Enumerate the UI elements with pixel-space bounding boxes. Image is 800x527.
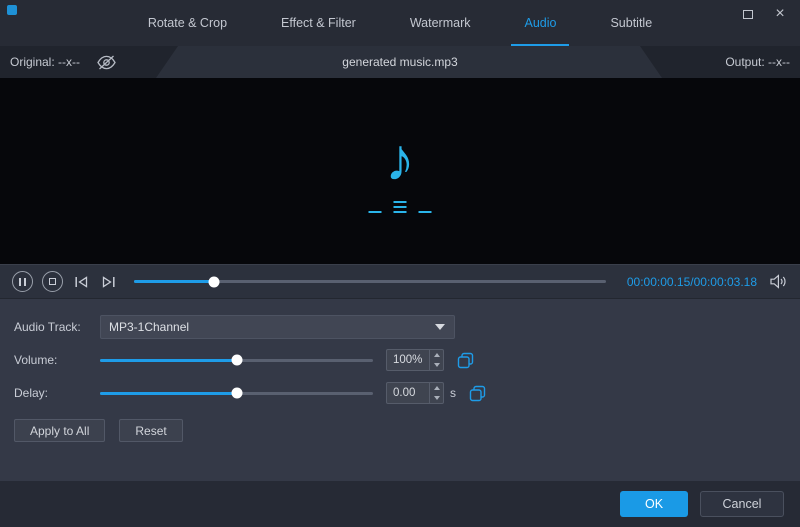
app-icon: [7, 5, 17, 15]
volume-spinbox: 100%: [386, 349, 444, 371]
volume-apply-copy-icon[interactable]: [457, 352, 474, 369]
delay-thumb[interactable]: [231, 388, 242, 399]
ok-button[interactable]: OK: [620, 491, 688, 517]
volume-value[interactable]: 100%: [387, 350, 429, 370]
preview-area: ♪: [0, 78, 800, 264]
preview-info-bar: generated music.mp3 Original: --x-- Outp…: [0, 46, 800, 78]
reset-button[interactable]: Reset: [119, 419, 182, 442]
original-label: Original: --x--: [10, 55, 80, 69]
stop-icon: [49, 278, 56, 285]
delay-row: Delay: 0.00 s: [14, 381, 786, 405]
eye-off-icon[interactable]: [96, 55, 117, 70]
delay-spin-down[interactable]: [430, 393, 443, 403]
spin-down-icon: [434, 396, 440, 400]
pause-button[interactable]: [12, 271, 33, 292]
pause-icon: [19, 278, 26, 286]
delay-unit-label: s: [450, 386, 456, 400]
tab-effect-filter[interactable]: Effect & Filter: [254, 0, 383, 46]
tab-audio[interactable]: Audio: [497, 0, 583, 46]
volume-fill: [100, 359, 237, 362]
delay-value[interactable]: 0.00: [387, 383, 429, 403]
previous-frame-button[interactable]: [72, 273, 90, 291]
delay-spinbox: 0.00: [386, 382, 444, 404]
delay-spinners: [429, 383, 443, 403]
tab-subtitle[interactable]: Subtitle: [583, 0, 679, 46]
tab-bar: Rotate & Crop Effect & Filter Watermark …: [0, 0, 800, 46]
tab-rotate-crop[interactable]: Rotate & Crop: [121, 0, 254, 46]
apply-to-all-button[interactable]: Apply to All: [14, 419, 105, 442]
loader-equalizer: [394, 201, 407, 213]
loader-dash-right: [419, 211, 432, 213]
dialog-footer: OK Cancel: [0, 481, 800, 527]
spin-up-icon: [434, 353, 440, 357]
volume-speaker-icon[interactable]: [770, 274, 788, 289]
spin-down-icon: [434, 363, 440, 367]
maximize-button[interactable]: [740, 6, 756, 22]
seek-slider-wrap: [126, 280, 614, 283]
seek-progress: [134, 280, 214, 283]
cancel-button[interactable]: Cancel: [700, 491, 784, 517]
output-label: Output: --x--: [725, 55, 790, 69]
stop-button[interactable]: [42, 271, 63, 292]
loader-dash-left: [369, 211, 382, 213]
time-display: 00:00:00.15/00:00:03.18: [627, 275, 757, 289]
close-button[interactable]: ×: [772, 6, 788, 22]
previous-frame-icon: [74, 276, 89, 288]
audio-track-row: Audio Track: MP3-1Channel: [14, 315, 786, 339]
audio-settings-panel: Audio Track: MP3-1Channel Volume: 100%: [0, 298, 800, 481]
delay-label: Delay:: [14, 386, 100, 400]
tab-watermark[interactable]: Watermark: [383, 0, 498, 46]
volume-label: Volume:: [14, 353, 100, 367]
audio-loading-indicator: [369, 201, 432, 213]
delay-fill: [100, 392, 237, 395]
volume-slider[interactable]: [100, 359, 373, 362]
seek-thumb[interactable]: [209, 276, 220, 287]
music-note-icon: ♪: [385, 130, 415, 190]
close-icon: ×: [775, 6, 784, 22]
output-resolution-block: Output: --x--: [640, 46, 800, 78]
seek-slider[interactable]: [134, 280, 606, 283]
volume-spinners: [429, 350, 443, 370]
original-resolution-block: Original: --x--: [0, 46, 178, 78]
spin-up-icon: [434, 386, 440, 390]
delay-apply-copy-icon[interactable]: [469, 385, 486, 402]
volume-thumb[interactable]: [231, 355, 242, 366]
tabs: Rotate & Crop Effect & Filter Watermark …: [121, 0, 679, 46]
volume-spin-up[interactable]: [430, 350, 443, 360]
audio-track-value: MP3-1Channel: [109, 320, 189, 334]
next-frame-button[interactable]: [99, 273, 117, 291]
window-controls: ×: [740, 6, 788, 22]
settings-actions: Apply to All Reset: [14, 419, 786, 442]
audio-edit-dialog: Rotate & Crop Effect & Filter Watermark …: [0, 0, 800, 527]
delay-slider[interactable]: [100, 392, 373, 395]
player-bar: 00:00:00.15/00:00:03.18: [0, 264, 800, 298]
maximize-icon: [743, 10, 753, 19]
audio-track-dropdown[interactable]: MP3-1Channel: [100, 315, 455, 339]
next-frame-icon: [101, 276, 116, 288]
volume-row: Volume: 100%: [14, 348, 786, 372]
delay-spin-up[interactable]: [430, 383, 443, 393]
volume-spin-down[interactable]: [430, 360, 443, 370]
audio-track-label: Audio Track:: [14, 320, 100, 334]
chevron-down-icon: [435, 324, 445, 330]
